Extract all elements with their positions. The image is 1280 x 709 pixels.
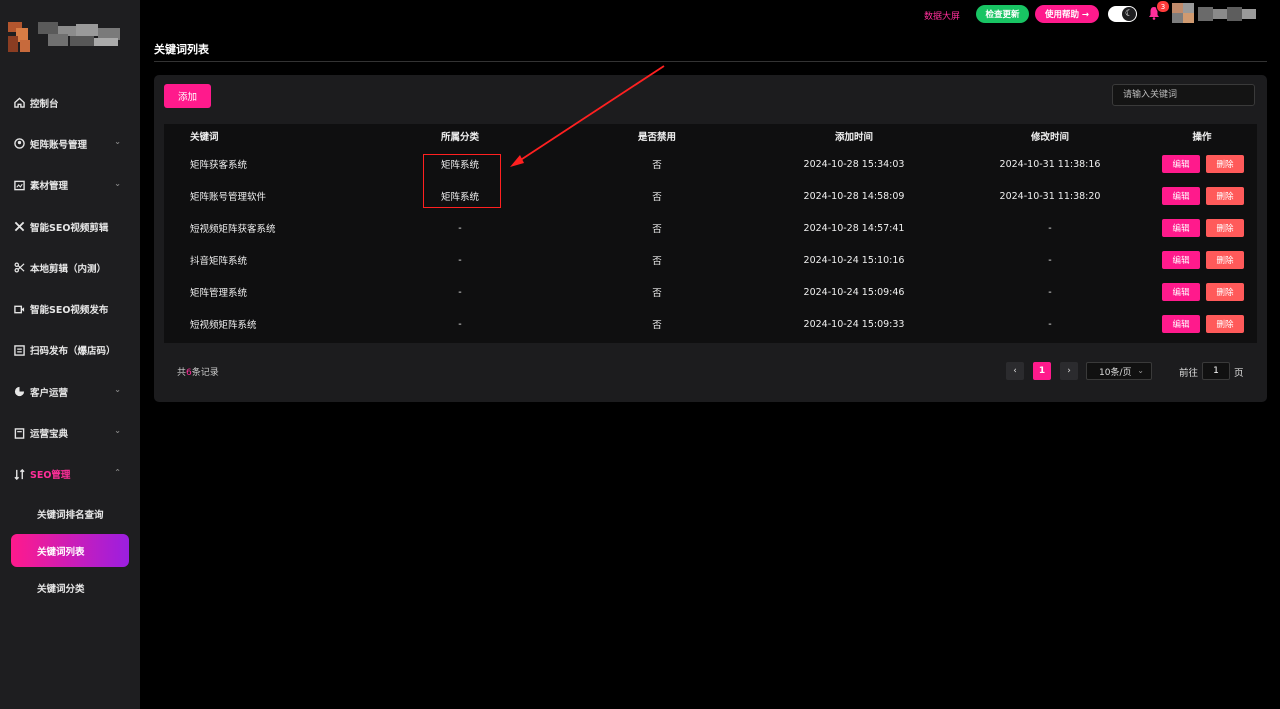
annotation-arrow <box>510 65 665 167</box>
